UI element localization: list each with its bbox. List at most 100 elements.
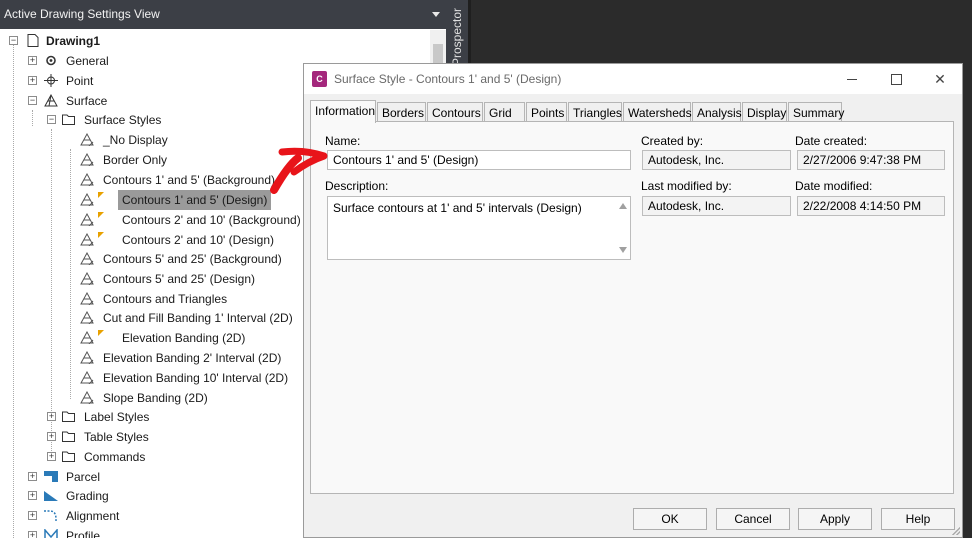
tree-item-label: Surface	[66, 94, 108, 108]
ok-button[interactable]: OK	[633, 508, 707, 530]
tree-item-label: Point	[66, 74, 94, 88]
tree-item-style[interactable]: Elevation Banding (2D)	[0, 328, 300, 348]
resize-grip-icon[interactable]	[952, 527, 960, 535]
tree-item-label: Elevation Banding (2D)	[122, 331, 246, 345]
tree-item-label: Cut and Fill Banding 1' Interval (2D)	[103, 311, 293, 325]
surface-style-icon	[80, 252, 94, 265]
tab-points[interactable]: Points	[526, 102, 567, 122]
tree-item-surface-styles[interactable]: − Surface Styles	[0, 110, 300, 130]
in-use-flag-icon	[98, 232, 104, 238]
tree-item-drawing1[interactable]: − Drawing1	[0, 31, 300, 51]
maximize-button[interactable]	[874, 64, 918, 94]
surface-style-icon	[80, 153, 94, 166]
tree-item-label: General	[66, 54, 109, 68]
surface-style-icon	[80, 272, 94, 285]
tree-item-surface[interactable]: − Surface	[0, 91, 300, 111]
scroll-up-icon[interactable]	[619, 203, 627, 209]
tree-item-label: Contours and Triangles	[103, 292, 228, 306]
expand-icon[interactable]: +	[28, 491, 37, 500]
tree-item-style[interactable]: Elevation Banding 2' Interval (2D)	[0, 348, 300, 368]
surface-style-icon	[80, 173, 94, 186]
tree-item-alignment[interactable]: + Alignment	[0, 506, 300, 526]
in-use-flag-icon	[98, 330, 104, 336]
collapse-icon[interactable]: −	[28, 96, 37, 105]
cancel-button[interactable]: Cancel	[716, 508, 790, 530]
tree-item-label: Contours 1' and 5' (Background)	[103, 173, 276, 187]
tree-item-label: _No Display	[103, 133, 168, 147]
view-selector-label: Active Drawing Settings View	[4, 7, 160, 21]
tree-item-style[interactable]: Contours 2' and 10' (Background)	[0, 210, 301, 230]
tree-item-label: Contours 1' and 5' (Design)	[118, 190, 272, 210]
surface-style-icon	[80, 193, 94, 206]
tree-item-style[interactable]: Slope Banding (2D)	[0, 388, 300, 408]
last-modified-by-field: Autodesk, Inc.	[642, 196, 791, 216]
tab-triangles[interactable]: Triangles	[568, 102, 622, 122]
prospector-tab-label: Prospector	[450, 7, 464, 66]
surface-style-dialog: C Surface Style - Contours 1' and 5' (De…	[303, 63, 963, 538]
gear-icon	[46, 55, 56, 66]
tab-display[interactable]: Display	[742, 102, 787, 122]
expand-icon[interactable]: +	[28, 531, 37, 538]
close-button[interactable]: ✕	[918, 64, 962, 94]
scroll-down-icon[interactable]	[619, 247, 627, 253]
dialog-tabs: Information Borders Contours Grid Points…	[310, 100, 960, 123]
surface-style-icon	[80, 292, 94, 305]
tree-item-table-styles[interactable]: + Table Styles	[0, 427, 300, 447]
tree-item-style[interactable]: Border Only	[0, 150, 300, 170]
view-selector-dropdown[interactable]: Active Drawing Settings View	[0, 0, 446, 29]
parcel-icon	[44, 471, 58, 482]
expand-icon[interactable]: +	[47, 412, 56, 421]
date-created-field: 2/27/2006 9:47:38 PM	[797, 150, 945, 170]
expand-icon[interactable]: +	[28, 76, 37, 85]
minimize-button[interactable]	[830, 64, 874, 94]
date-modified-field: 2/22/2008 4:14:50 PM	[797, 196, 945, 216]
tree-item-profile[interactable]: + Profile	[0, 526, 300, 538]
alignment-icon	[44, 510, 57, 521]
expand-icon[interactable]: +	[47, 452, 56, 461]
tree-item-style[interactable]: Elevation Banding 10' Interval (2D)	[0, 368, 300, 388]
tab-borders[interactable]: Borders	[377, 102, 426, 122]
apply-button[interactable]: Apply	[798, 508, 872, 530]
civil3d-app-icon: C	[312, 71, 327, 87]
dialog-titlebar[interactable]: C Surface Style - Contours 1' and 5' (De…	[304, 64, 962, 94]
tree-item-parcel[interactable]: + Parcel	[0, 467, 300, 487]
tree-item-style[interactable]: Contours 5' and 25' (Background)	[0, 249, 300, 269]
tab-grid[interactable]: Grid	[484, 102, 525, 122]
tree-item-style[interactable]: Contours 5' and 25' (Design)	[0, 269, 300, 289]
expand-icon[interactable]: +	[28, 472, 37, 481]
expand-icon[interactable]: +	[47, 432, 56, 441]
tree-item-style[interactable]: Contours and Triangles	[0, 289, 300, 309]
tree-item-label: Slope Banding (2D)	[103, 391, 208, 405]
tab-information[interactable]: Information	[310, 100, 376, 123]
tree-item-style[interactable]: Contours 1' and 5' (Background)	[0, 170, 300, 190]
date-created-label: Date created:	[795, 134, 868, 148]
tree-item-label-styles[interactable]: + Label Styles	[0, 407, 300, 427]
tree-item-style[interactable]: _No Display	[0, 130, 300, 150]
tree-item-label: Drawing1	[46, 34, 101, 48]
tab-summary[interactable]: Summary	[788, 102, 844, 122]
tree-item-general[interactable]: + General	[0, 51, 300, 71]
tree-item-style[interactable]: Cut and Fill Banding 1' Interval (2D)	[0, 308, 300, 328]
expand-icon[interactable]: +	[28, 56, 37, 65]
tree-item-point[interactable]: + Point	[0, 71, 300, 91]
tab-watersheds[interactable]: Watersheds	[623, 102, 692, 122]
tree-item-style-selected[interactable]: Contours 1' and 5' (Design)	[0, 190, 305, 210]
annotation-arrow-icon	[270, 147, 328, 194]
tab-contours[interactable]: Contours	[427, 102, 483, 122]
expand-icon[interactable]: +	[28, 511, 37, 520]
help-button[interactable]: Help	[881, 508, 955, 530]
tree-item-commands[interactable]: + Commands	[0, 447, 300, 467]
collapse-icon[interactable]: −	[9, 36, 18, 45]
name-field[interactable]: Contours 1' and 5' (Design)	[327, 150, 631, 170]
maximize-icon	[891, 74, 902, 85]
tree-item-label: Contours 2' and 10' (Design)	[122, 233, 274, 247]
collapse-icon[interactable]: −	[47, 115, 56, 124]
chevron-down-icon[interactable]	[432, 12, 440, 17]
information-tab-panel: Name: Contours 1' and 5' (Design) Descri…	[310, 121, 954, 494]
tree-item-style[interactable]: Contours 2' and 10' (Design)	[0, 230, 300, 250]
tree-item-grading[interactable]: + Grading	[0, 486, 300, 506]
in-use-flag-icon	[98, 192, 104, 198]
surface-style-icon	[80, 213, 94, 226]
description-field[interactable]: Surface contours at 1' and 5' intervals …	[327, 196, 631, 260]
tab-analysis[interactable]: Analysis	[692, 102, 742, 122]
